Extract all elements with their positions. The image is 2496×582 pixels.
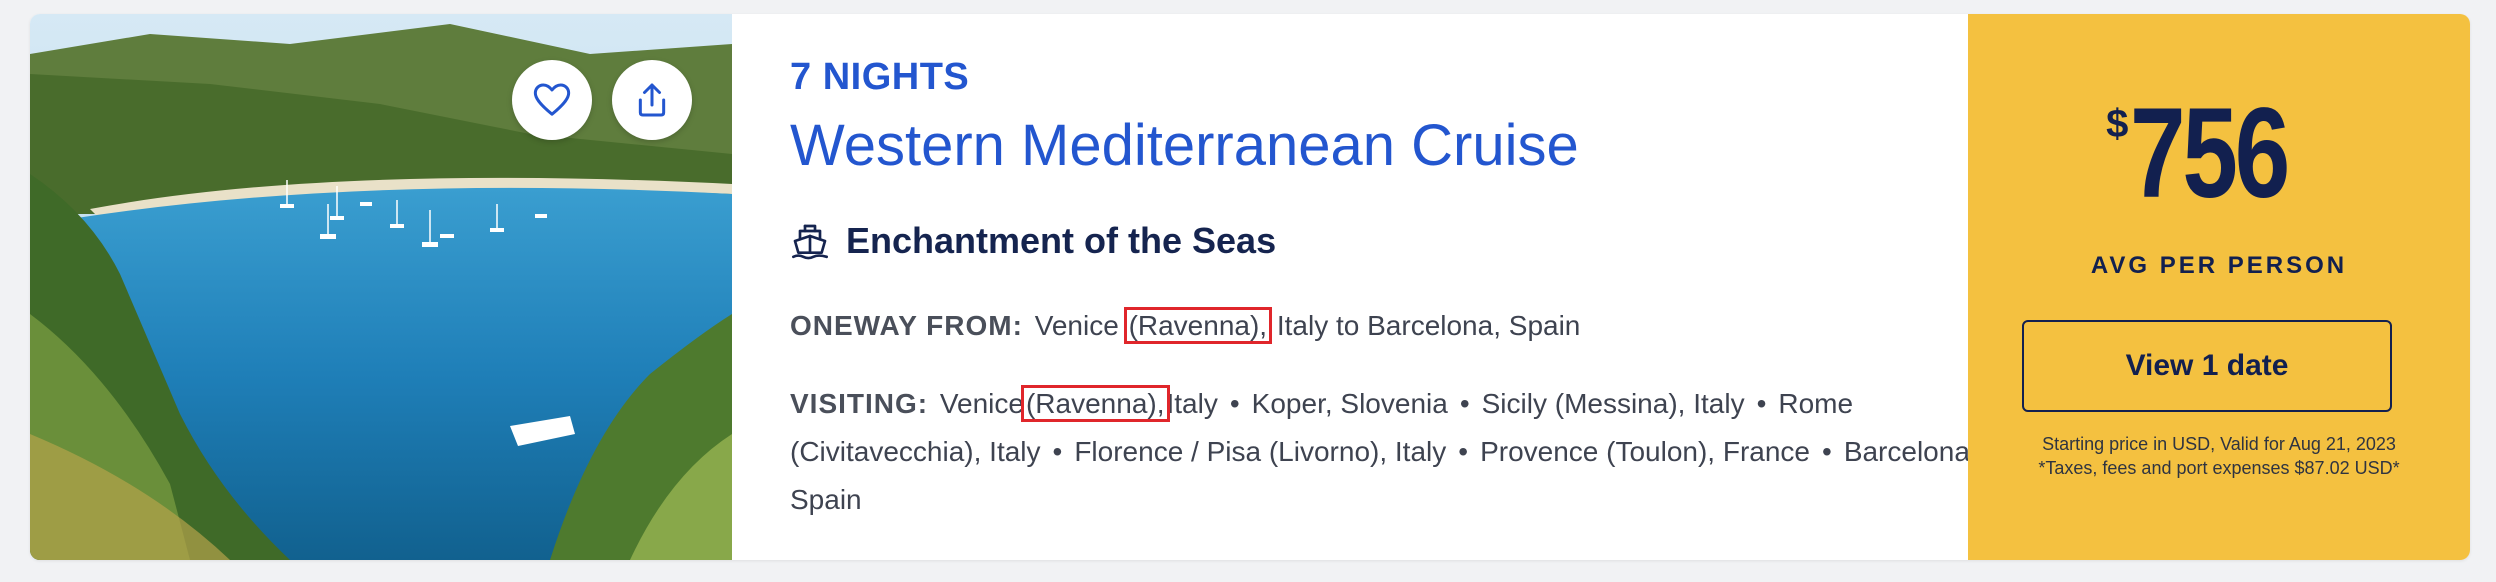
fine-print-line: *Taxes, fees and port expenses $87.02 US… (2038, 458, 2400, 478)
price-amount: 756 (2130, 82, 2290, 225)
price-currency: $ (2106, 102, 2129, 146)
route-highlight: (Ravenna), (1123, 307, 1273, 344)
price-display: $ 756 (1968, 90, 2470, 218)
ship-icon (792, 224, 828, 260)
share-icon (638, 83, 666, 117)
port-separator: • (1459, 388, 1470, 419)
price-panel: $ 756 AVG PER PERSON View 1 date Startin… (1968, 14, 2470, 560)
port-separator: • (1822, 436, 1832, 467)
ship-name: Enchantment of the Seas (846, 220, 1277, 261)
route-label: ONEWAY FROM: (790, 310, 1023, 341)
nights-label: 7 NIGHTS (790, 56, 970, 98)
price-fine-print: Starting price in USD, Valid for Aug 21,… (1968, 432, 2470, 480)
port-item: Sicily (Messina), Italy (1481, 388, 1745, 419)
visiting-first-city: Venice (939, 388, 1024, 419)
visiting-line: VISITING: Venice(Ravenna),Italy • Koper, S… (790, 380, 1990, 524)
heart-icon (533, 83, 571, 116)
port-separator: • (1052, 436, 1063, 467)
price-per-person-label: AVG PER PERSON (2090, 252, 2348, 279)
itinerary-details: 7 NIGHTS Western Mediterranean Cruise En… (790, 14, 1990, 560)
port-separator: • (1756, 388, 1767, 419)
cruise-card: 7 NIGHTS Western Mediterranean Cruise En… (30, 14, 2470, 560)
route-line: ONEWAY FROM: Venice (Ravenna), Italy to … (790, 302, 1990, 350)
ship-row: Enchantment of the Seas (790, 220, 1276, 262)
port-item: Florence / Pisa (Livorno), Italy (1074, 436, 1447, 467)
port-separator: • (1458, 436, 1469, 467)
favorite-button[interactable] (512, 60, 592, 140)
view-dates-button[interactable]: View 1 date (2022, 320, 2392, 412)
port-separator: • (1229, 388, 1240, 419)
visiting-first-rest: Italy (1166, 388, 1218, 419)
cruise-title[interactable]: Western Mediterranean Cruise (790, 112, 1579, 179)
cruise-photo[interactable] (30, 14, 732, 560)
port-item: Koper, Slovenia (1251, 388, 1448, 419)
route-from-city: Venice (1034, 310, 1119, 341)
visiting-label: VISITING: (790, 388, 929, 419)
port-item: Provence (Toulon), France (1480, 436, 1810, 467)
share-button[interactable] (612, 60, 692, 140)
visiting-highlight: (Ravenna), (1020, 385, 1170, 422)
route-rest: Italy to Barcelona, Spain (1276, 310, 1581, 341)
fine-print-line: Starting price in USD, Valid for Aug 21,… (2042, 434, 2396, 454)
